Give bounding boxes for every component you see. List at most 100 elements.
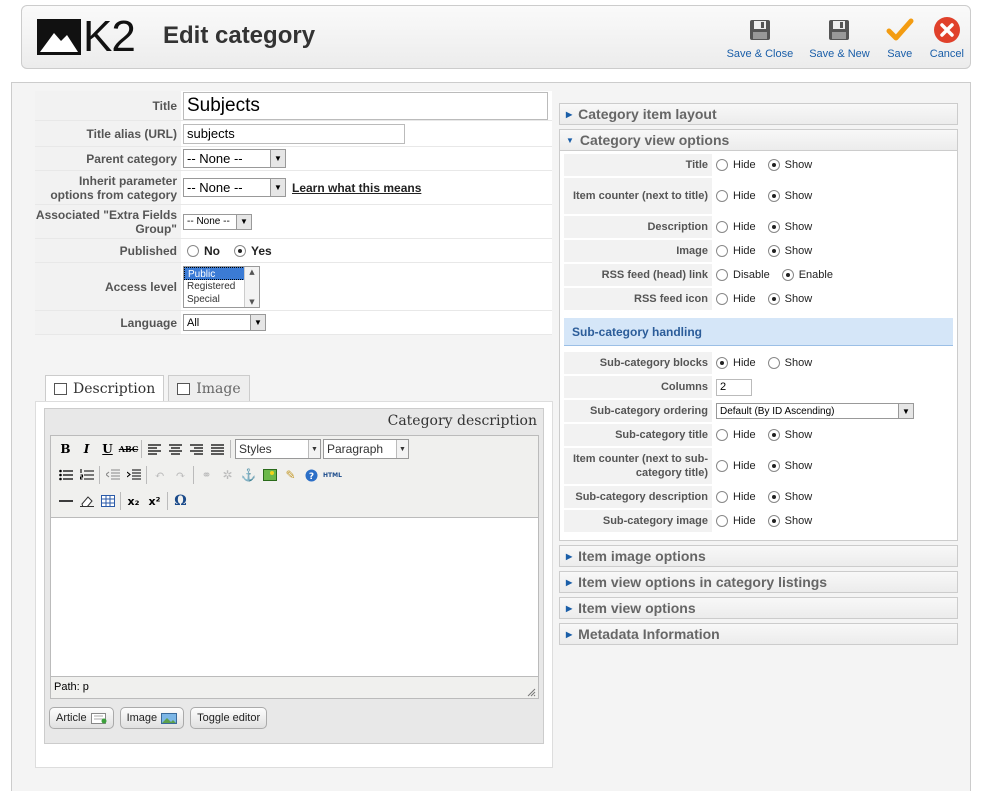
pane-item-layout[interactable]: ▶ Category item layout xyxy=(559,103,958,125)
help-icon[interactable]: ? xyxy=(301,465,322,485)
title-input[interactable]: Subjects xyxy=(183,91,548,120)
italic-button[interactable]: I xyxy=(76,439,97,459)
align-center-icon[interactable] xyxy=(165,439,186,459)
save-new-button[interactable]: Save & New xyxy=(809,16,870,60)
checkmark-icon xyxy=(886,16,914,44)
table-icon[interactable] xyxy=(97,491,118,511)
superscript-button[interactable]: x² xyxy=(144,491,165,511)
pane-item-view[interactable]: ▶ Item view options xyxy=(559,597,958,619)
tab-image[interactable]: Image xyxy=(168,375,250,401)
image-hide-radio[interactable] xyxy=(716,245,728,257)
resize-handle[interactable] xyxy=(526,686,536,697)
chevron-down-icon: ▼ xyxy=(250,315,265,330)
bold-button[interactable]: B xyxy=(55,439,76,459)
option-row: Sub-category image Hide Show xyxy=(564,510,953,532)
chevron-right-icon: ▶ xyxy=(566,577,573,587)
listbox-scrollbar[interactable]: ▲ ▼ xyxy=(244,266,259,307)
language-select[interactable]: All ▼ xyxy=(183,314,266,331)
rss-disable-radio[interactable] xyxy=(716,269,728,281)
sub-image-hide-radio[interactable] xyxy=(716,515,728,527)
option-row: Columns 2 xyxy=(564,376,953,398)
indent-icon[interactable] xyxy=(123,465,144,485)
styles-select[interactable]: Styles ▼ xyxy=(235,439,321,459)
image-button[interactable]: Image xyxy=(119,707,185,729)
pane-item-view-listings[interactable]: ▶ Item view options in category listings xyxy=(559,571,958,593)
article-button[interactable]: Article xyxy=(49,707,114,729)
save-button[interactable]: Save xyxy=(886,16,914,60)
align-right-icon[interactable] xyxy=(186,439,207,459)
image-show-radio[interactable] xyxy=(767,245,780,257)
counter-show-radio[interactable] xyxy=(767,190,780,202)
insert-image-icon[interactable] xyxy=(259,465,280,485)
cleanup-icon[interactable]: ✎ xyxy=(280,465,301,485)
sub-desc-hide-radio[interactable] xyxy=(716,491,728,503)
editor-content-area[interactable] xyxy=(51,517,538,677)
unlink-icon[interactable]: ✲ xyxy=(217,465,238,485)
blocks-hide-radio[interactable] xyxy=(716,357,728,369)
bullet-list-icon[interactable] xyxy=(55,465,76,485)
sub-counter-hide-radio[interactable] xyxy=(716,460,728,472)
pane-view-options[interactable]: ▼ Category view options xyxy=(559,129,958,151)
description-panel: Category description B I U ABC Styles ▼ P… xyxy=(35,401,553,768)
sub-title-hide-radio[interactable] xyxy=(716,429,728,441)
option-row: Image Hide Show xyxy=(564,240,953,262)
blocks-show-radio[interactable] xyxy=(767,357,780,369)
strikethrough-button[interactable]: ABC xyxy=(118,439,139,459)
pane-metadata[interactable]: ▶ Metadata Information xyxy=(559,623,958,645)
alias-input[interactable]: subjects xyxy=(183,123,405,144)
article-icon xyxy=(90,712,107,724)
cancel-button[interactable]: Cancel xyxy=(930,16,964,60)
format-select[interactable]: Paragraph ▼ xyxy=(323,439,409,459)
align-justify-icon[interactable] xyxy=(207,439,228,459)
description-show-radio[interactable] xyxy=(767,221,780,233)
anchor-icon[interactable]: ⚓ xyxy=(238,465,259,485)
published-no-radio[interactable] xyxy=(187,244,199,257)
save-close-button[interactable]: Save & Close xyxy=(727,16,793,60)
language-label: Language xyxy=(35,311,181,334)
extra-fields-select[interactable]: -- None -- ▼ xyxy=(183,213,252,230)
sub-image-show-radio[interactable] xyxy=(767,515,780,527)
sub-counter-show-radio[interactable] xyxy=(767,460,780,472)
eraser-icon[interactable] xyxy=(76,491,97,511)
description-hide-radio[interactable] xyxy=(716,221,728,233)
undo-icon[interactable]: ↶ xyxy=(149,465,170,485)
sub-title-show-radio[interactable] xyxy=(767,429,780,441)
inherit-row: Inherit parameter options from category … xyxy=(35,171,552,205)
numbered-list-icon[interactable] xyxy=(76,465,97,485)
html-source-button[interactable]: HTML xyxy=(322,465,343,485)
link-icon[interactable]: ⚭ xyxy=(196,465,217,485)
toggle-editor-button[interactable]: Toggle editor xyxy=(190,707,268,729)
underline-button[interactable]: U xyxy=(97,439,118,459)
view-options-body: Title Hide Show Item counter (next to ti… xyxy=(559,151,958,541)
title-show-radio[interactable] xyxy=(767,159,780,171)
pane-item-image[interactable]: ▶ Item image options xyxy=(559,545,958,567)
special-char-button[interactable]: Ω xyxy=(170,491,191,511)
horizontal-rule-icon[interactable] xyxy=(55,491,76,511)
tab-description[interactable]: Description xyxy=(45,375,165,402)
ordering-select[interactable]: Default (By ID Ascending) ▼ xyxy=(716,403,914,419)
rss-icon-hide-radio[interactable] xyxy=(716,293,728,305)
columns-input[interactable]: 2 xyxy=(716,378,752,396)
toolbar: Save & Close Save & New Save Cancel xyxy=(711,16,964,60)
rich-text-editor: B I U ABC Styles ▼ Paragraph ▼ ↶ ↷ ⚭ ✲ ⚓… xyxy=(50,435,539,699)
rss-icon-show-radio[interactable] xyxy=(767,293,780,305)
counter-hide-radio[interactable] xyxy=(716,190,728,202)
subscript-button[interactable]: x₂ xyxy=(123,491,144,511)
editor-tabs: Description Image xyxy=(45,375,254,402)
brand-name: K2 xyxy=(83,12,136,61)
redo-icon[interactable]: ↷ xyxy=(170,465,191,485)
align-left-icon[interactable] xyxy=(144,439,165,459)
inherit-category-select[interactable]: -- None -- ▼ xyxy=(183,178,286,197)
mountain-icon xyxy=(37,19,81,55)
picture-icon xyxy=(177,382,191,395)
published-yes-radio[interactable] xyxy=(234,244,246,257)
learn-more-link[interactable]: Learn what this means xyxy=(292,181,421,195)
rss-enable-radio[interactable] xyxy=(781,269,794,281)
outdent-icon[interactable] xyxy=(102,465,123,485)
access-level-listbox[interactable]: Public Registered Special ▲ ▼ xyxy=(183,265,260,308)
title-hide-radio[interactable] xyxy=(716,159,728,171)
parent-category-select[interactable]: -- None -- ▼ xyxy=(183,149,286,168)
sub-desc-show-radio[interactable] xyxy=(767,491,780,503)
chevron-down-icon: ▼ xyxy=(236,214,251,229)
chevron-down-icon: ▼ xyxy=(308,440,320,458)
